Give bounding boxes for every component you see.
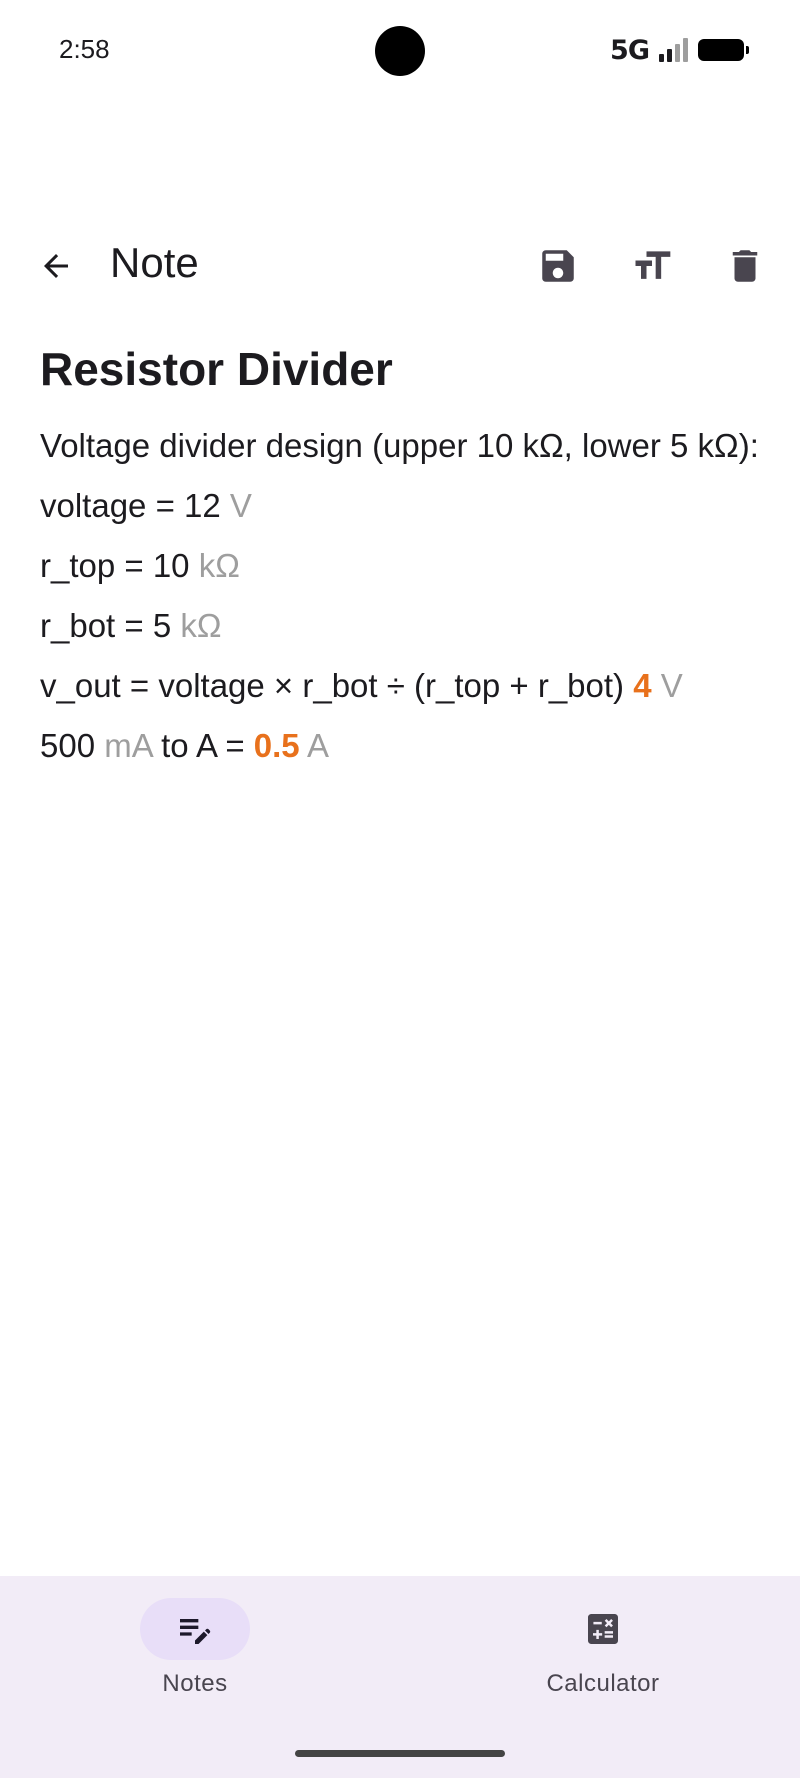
description-text: Voltage divider design (upper 10 kΩ, low… <box>40 427 759 464</box>
nav-label: Calculator <box>546 1670 660 1697</box>
note-title[interactable]: Resistor Divider <box>40 336 760 402</box>
calculator-icon <box>588 1614 618 1644</box>
unit-label: A <box>307 727 330 764</box>
expression-text: r_top = 10 <box>40 547 190 584</box>
nav-active-indicator <box>140 1598 250 1660</box>
note-line-voltage[interactable]: voltage = 12 V <box>40 476 760 536</box>
top-app-bar: Note <box>0 228 800 300</box>
page-title: Note <box>110 239 199 286</box>
status-bar: 2:58 5G <box>0 0 800 100</box>
expression-text: r_bot = 5 <box>40 607 172 644</box>
camera-cutout <box>375 26 425 76</box>
unit-label: V <box>660 667 683 704</box>
network-type: 5G <box>610 34 650 66</box>
text-size-icon <box>635 251 671 279</box>
note-line-conversion[interactable]: 500 mA to A = 0.5 A <box>40 716 760 776</box>
nav-label: Notes <box>162 1670 228 1697</box>
note-editor[interactable]: Resistor Divider Voltage divider design … <box>40 336 760 776</box>
bottom-navigation: Notes Calculator <box>0 1576 800 1778</box>
unit-label: mA <box>104 727 152 764</box>
note-line-description[interactable]: Voltage divider design (upper 10 kΩ, low… <box>40 416 760 476</box>
unit-label: V <box>229 487 252 524</box>
home-indicator[interactable] <box>295 1750 505 1757</box>
nav-item-notes[interactable]: Notes <box>95 1598 295 1698</box>
note-line-r-bot[interactable]: r_bot = 5 kΩ <box>40 596 760 656</box>
trash-icon <box>732 250 758 282</box>
text-format-button[interactable] <box>624 238 680 294</box>
result-value: 0.5 <box>253 727 300 764</box>
battery-icon <box>698 39 749 61</box>
nav-item-calculator[interactable]: Calculator <box>503 1598 703 1698</box>
result-value: 4 <box>633 667 652 704</box>
signal-icon <box>659 38 688 62</box>
nav-icon-container <box>548 1598 658 1660</box>
expression-text: v_out = voltage × r_bot ÷ (r_top + r_bot… <box>40 667 625 704</box>
note-line-r-top[interactable]: r_top = 10 kΩ <box>40 536 760 596</box>
arrow-back-icon <box>44 254 68 278</box>
save-icon <box>542 250 574 282</box>
notes-edit-icon <box>180 1619 211 1644</box>
back-button[interactable] <box>28 238 84 294</box>
unit-label: kΩ <box>198 547 240 584</box>
conversion-text: to A = <box>161 727 245 764</box>
expression-text: voltage = 12 <box>40 487 221 524</box>
conversion-value: 500 <box>40 727 96 764</box>
status-indicators: 5G <box>610 30 749 70</box>
delete-button[interactable] <box>717 238 773 294</box>
unit-label: kΩ <box>180 607 222 644</box>
note-line-v-out[interactable]: v_out = voltage × r_bot ÷ (r_top + r_bot… <box>40 656 760 716</box>
status-time: 2:58 <box>59 34 110 64</box>
save-button[interactable] <box>530 238 586 294</box>
